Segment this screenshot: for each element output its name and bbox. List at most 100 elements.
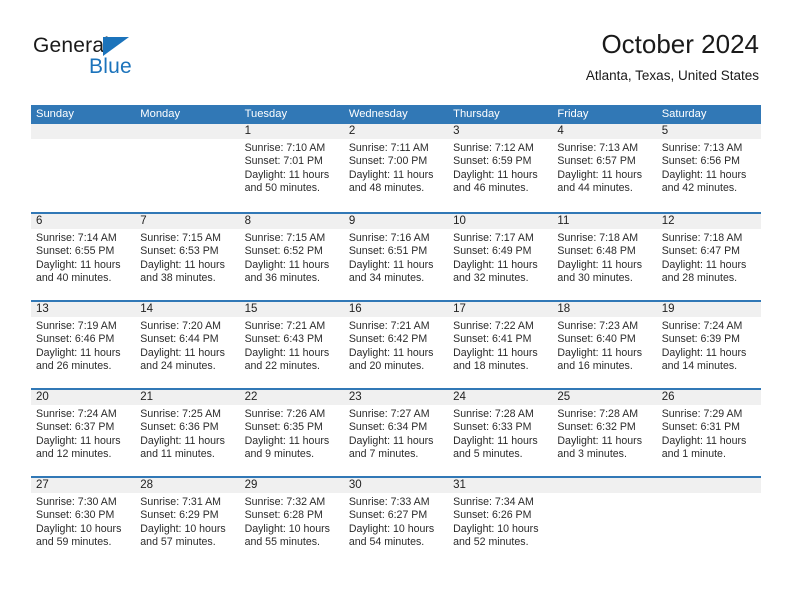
daylight-text-line2: and 18 minutes. [453,360,529,373]
sunrise-text: Sunrise: 7:21 AM [244,320,326,332]
day-number: 4 [552,124,657,139]
calendar-day-cell[interactable]: 5 Sunrise: 7:13 AM Sunset: 6:56 PM Daylight… [656,124,761,212]
day-info: Sunrise: 7:14 AM Sunset: 6:55 PM Daylight:… [31,229,135,286]
sunset-text: Sunset: 6:55 PM [36,245,115,258]
day-info: Sunrise: 7:26 AM Sunset: 6:35 PM Daylight:… [240,405,344,462]
calendar-week-row: 13 Sunrise: 7:19 AM Sunset: 6:46 PM Dayligh… [31,300,761,388]
weekday-header-wednesday: Wednesday [348,108,408,120]
calendar-day-cell[interactable]: 9 Sunrise: 7:16 AM Sunset: 6:51 PM Daylight… [343,214,449,300]
daylight-text-line1: Daylight: 11 hours [36,258,121,271]
sunrise-text: Sunrise: 7:22 AM [453,320,534,332]
day-info: Sunrise: 7:17 AM Sunset: 6:49 PM Daylight:… [448,229,552,286]
sunset-text: Sunset: 6:29 PM [140,509,219,522]
calendar-week-row: 6 Sunrise: 7:14 AM Sunset: 6:55 PM Daylight… [31,212,761,300]
sunrise-text: Sunrise: 7:26 AM [244,408,326,420]
sunrise-text: Sunrise: 7:15 AM [244,232,326,244]
calendar-grid: Sunday Monday Tuesday Wednesday Thursday… [31,105,761,564]
daylight-text-line1: Daylight: 11 hours [140,258,225,271]
day-number [552,478,657,493]
day-info: Sunrise: 7:11 AM Sunset: 7:00 PM Daylight:… [344,139,448,196]
sunset-text: Sunset: 6:39 PM [661,333,741,346]
calendar-day-cell[interactable]: 20 Sunrise: 7:24 AM Sunset: 6:37 PM Dayligh… [31,390,136,476]
sunset-text: Sunset: 7:01 PM [244,155,323,168]
calendar-day-cell[interactable]: 28 Sunrise: 7:31 AM Sunset: 6:29 PM Dayligh… [135,478,240,564]
sunset-text: Sunset: 6:33 PM [453,421,532,434]
day-info: Sunrise: 7:27 AM Sunset: 6:34 PM Daylight:… [344,405,448,462]
calendar-day-cell[interactable]: 17 Sunrise: 7:22 AM Sunset: 6:41 PM Dayligh… [448,302,553,388]
daylight-text-line2: and 32 minutes. [453,272,529,285]
calendar-day-cell[interactable]: 16 Sunrise: 7:21 AM Sunset: 6:42 PM Dayligh… [343,302,449,388]
calendar-day-cell[interactable]: 10 Sunrise: 7:17 AM Sunset: 6:49 PM Dayligh… [448,214,553,300]
calendar-day-cell[interactable]: 12 Sunrise: 7:18 AM Sunset: 6:47 PM Dayligh… [656,214,761,300]
daylight-text-line2: and 16 minutes. [557,360,633,373]
sunrise-text: Sunrise: 7:33 AM [348,496,430,508]
page-subtitle: Atlanta, Texas, United States [585,68,759,83]
day-info: Sunrise: 7:18 AM Sunset: 6:47 PM Daylight:… [657,229,761,286]
daylight-text-line2: and 11 minutes. [140,448,215,461]
daylight-text-line2: and 22 minutes. [244,360,320,373]
sunrise-text: Sunrise: 7:13 AM [661,142,743,154]
calendar-day-cell[interactable]: 7 Sunrise: 7:15 AM Sunset: 6:53 PM Daylight… [135,214,240,300]
day-number: 3 [448,124,553,139]
calendar-day-cell[interactable]: 26 Sunrise: 7:29 AM Sunset: 6:31 PM Dayligh… [656,390,761,476]
calendar-day-cell[interactable]: 13 Sunrise: 7:19 AM Sunset: 6:46 PM Dayligh… [31,302,136,388]
calendar-day-cell[interactable]: 19 Sunrise: 7:24 AM Sunset: 6:39 PM Dayligh… [656,302,761,388]
sunset-text: Sunset: 6:37 PM [36,421,115,434]
sunrise-text: Sunrise: 7:28 AM [453,408,534,420]
calendar-day-cell[interactable]: 2 Sunrise: 7:11 AM Sunset: 7:00 PM Daylight… [343,124,449,212]
calendar-day-cell[interactable]: 4 Sunrise: 7:13 AM Sunset: 6:57 PM Daylight… [552,124,657,212]
calendar-day-cell-empty [135,124,240,212]
calendar-day-cell[interactable]: 3 Sunrise: 7:12 AM Sunset: 6:59 PM Daylight… [448,124,553,212]
sunset-text: Sunset: 6:43 PM [244,333,323,346]
daylight-text-line1: Daylight: 11 hours [557,168,643,181]
day-info: Sunrise: 7:21 AM Sunset: 6:43 PM Daylight:… [240,317,344,374]
calendar-day-cell[interactable]: 29 Sunrise: 7:32 AM Sunset: 6:28 PM Dayligh… [239,478,344,564]
sunrise-text: Sunrise: 7:20 AM [140,320,221,332]
daylight-text-line2: and 24 minutes. [140,360,216,373]
day-info: Sunrise: 7:34 AM Sunset: 6:26 PM Daylight:… [448,493,552,550]
sunrise-text: Sunrise: 7:34 AM [453,496,534,508]
calendar-day-cell[interactable]: 31 Sunrise: 7:34 AM Sunset: 6:26 PM Dayligh… [448,478,553,564]
calendar-week-row: 1 Sunrise: 7:10 AM Sunset: 7:01 PM Daylight… [31,124,761,212]
calendar-day-cell[interactable]: 23 Sunrise: 7:27 AM Sunset: 6:34 PM Dayligh… [343,390,449,476]
day-number [656,478,761,493]
calendar-day-cell[interactable]: 21 Sunrise: 7:25 AM Sunset: 6:36 PM Dayligh… [135,390,240,476]
calendar-day-cell[interactable]: 27 Sunrise: 7:30 AM Sunset: 6:30 PM Dayligh… [31,478,136,564]
generalblue-logo[interactable]: General Blue [33,34,213,86]
day-info: Sunrise: 7:24 AM Sunset: 6:39 PM Daylight:… [657,317,761,374]
daylight-text-line1: Daylight: 11 hours [453,434,538,447]
day-info: Sunrise: 7:28 AM Sunset: 6:33 PM Daylight:… [448,405,552,462]
sunset-text: Sunset: 6:27 PM [348,509,428,522]
day-info: Sunrise: 7:15 AM Sunset: 6:53 PM Daylight:… [135,229,239,286]
daylight-text-line2: and 12 minutes. [36,448,112,461]
day-number: 29 [239,478,344,493]
daylight-text-line1: Daylight: 11 hours [453,168,538,181]
sunrise-text: Sunrise: 7:13 AM [557,142,639,154]
calendar-day-cell[interactable]: 22 Sunrise: 7:26 AM Sunset: 6:35 PM Dayligh… [239,390,344,476]
day-info: Sunrise: 7:13 AM Sunset: 6:56 PM Daylight:… [657,139,761,196]
day-number: 10 [448,214,553,229]
calendar-day-cell[interactable]: 18 Sunrise: 7:23 AM Sunset: 6:40 PM Dayligh… [552,302,657,388]
sunrise-text: Sunrise: 7:29 AM [661,408,743,420]
page-header: General Blue October 2024 Atlanta, Texas… [33,28,759,98]
calendar-day-cell[interactable]: 11 Sunrise: 7:18 AM Sunset: 6:48 PM Dayligh… [552,214,657,300]
page-title: October 2024 [601,29,759,59]
day-number: 30 [343,478,449,493]
calendar-day-cell[interactable]: 6 Sunrise: 7:14 AM Sunset: 6:55 PM Daylight… [31,214,136,300]
calendar-day-cell[interactable]: 15 Sunrise: 7:21 AM Sunset: 6:43 PM Dayligh… [239,302,344,388]
day-number: 25 [552,390,657,405]
calendar-day-cell[interactable]: 24 Sunrise: 7:28 AM Sunset: 6:33 PM Dayligh… [448,390,553,476]
daylight-text-line1: Daylight: 11 hours [557,434,643,447]
sunset-text: Sunset: 6:26 PM [453,509,532,522]
daylight-text-line1: Daylight: 11 hours [557,258,643,271]
calendar-day-cell[interactable]: 1 Sunrise: 7:10 AM Sunset: 7:01 PM Daylight… [239,124,344,212]
calendar-day-cell[interactable]: 14 Sunrise: 7:20 AM Sunset: 6:44 PM Dayligh… [135,302,240,388]
calendar-week-row: 20 Sunrise: 7:24 AM Sunset: 6:37 PM Dayligh… [31,388,761,476]
day-number: 20 [31,390,136,405]
calendar-day-cell[interactable]: 30 Sunrise: 7:33 AM Sunset: 6:27 PM Dayligh… [343,478,449,564]
sunset-text: Sunset: 6:48 PM [557,245,636,258]
day-number: 27 [31,478,136,493]
calendar-day-cell[interactable]: 8 Sunrise: 7:15 AM Sunset: 6:52 PM Daylight… [239,214,344,300]
sunset-text: Sunset: 6:46 PM [36,333,115,346]
calendar-day-cell[interactable]: 25 Sunrise: 7:28 AM Sunset: 6:32 PM Dayligh… [552,390,657,476]
